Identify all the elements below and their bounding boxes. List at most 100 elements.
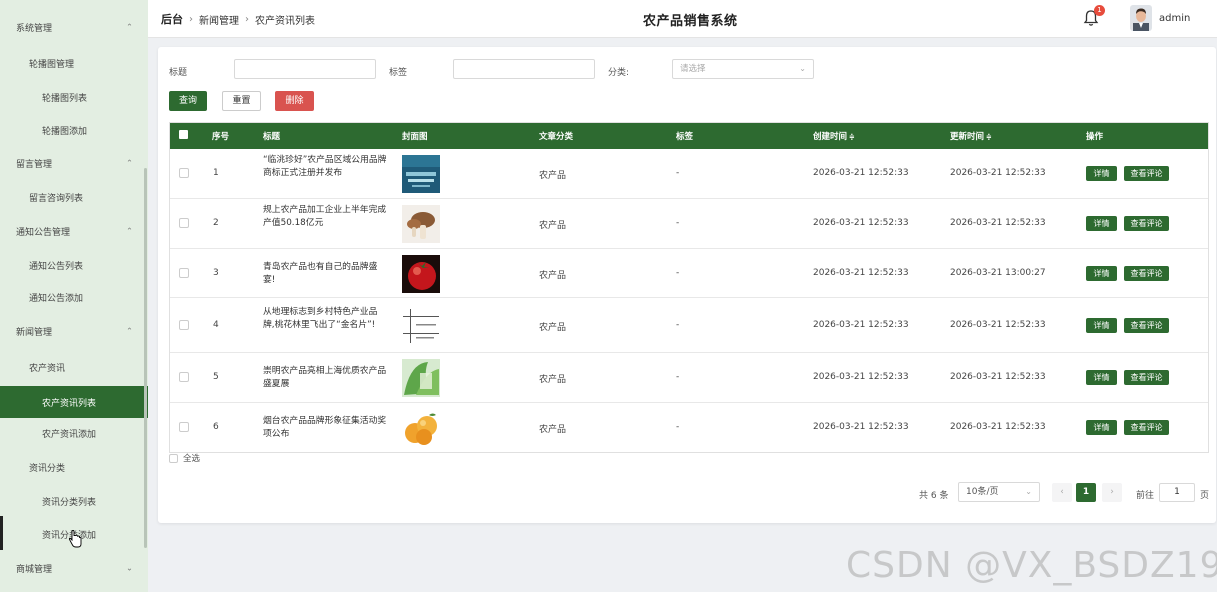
sidebar: 系统管理 ⌃ 轮播图管理 轮播图列表 轮播图添加 留言管理 ⌃ 留言咨询列表 通…: [0, 0, 148, 592]
view-comments-button[interactable]: 查看评论: [1124, 216, 1169, 231]
sidebar-active-marker: [0, 516, 3, 550]
row-checkbox[interactable]: [179, 422, 189, 432]
sidebar-scrollbar[interactable]: [144, 168, 147, 548]
col-header-created[interactable]: 创建时间 ≑: [813, 130, 855, 142]
detail-button[interactable]: 详情: [1086, 420, 1117, 435]
table-row: 6 烟台农产品品牌形象征集活动奖项公布 农产品 - 2026-03-21 12:…: [169, 403, 1209, 453]
row-cover-image[interactable]: [402, 155, 440, 193]
sidebar-item-carousel-add[interactable]: 轮播图添加: [0, 119, 148, 141]
category-filter-select[interactable]: 请选择 ⌄: [672, 59, 814, 79]
sidebar-item-agri-news[interactable]: 农产资讯: [0, 356, 148, 378]
view-comments-button[interactable]: 查看评论: [1124, 166, 1169, 181]
col-header-actions: 操作: [1086, 132, 1104, 142]
table-header: 序号 标题 封面图 文章分类 标签 创建时间 ≑ 更新时间 ≑ 操作: [169, 122, 1209, 149]
row-cover-image[interactable]: [402, 205, 440, 243]
header-checkbox[interactable]: [179, 130, 188, 139]
detail-button[interactable]: 详情: [1086, 370, 1117, 385]
sidebar-item-agri-news-add[interactable]: 农产资讯添加: [0, 422, 148, 444]
sidebar-item-notice-list[interactable]: 通知公告列表: [0, 254, 148, 276]
sidebar-item-news-category-list[interactable]: 资讯分类列表: [0, 490, 148, 512]
sidebar-item-news-category[interactable]: 资讯分类: [0, 456, 148, 478]
sidebar-item-agri-news-list[interactable]: 农产资讯列表: [0, 386, 148, 418]
row-updated: 2026-03-21 13:00:27: [950, 267, 1046, 278]
row-checkbox[interactable]: [179, 319, 189, 330]
row-no: 2: [213, 218, 219, 228]
col-header-updated[interactable]: 更新时间 ≑: [950, 130, 992, 142]
view-comments-button[interactable]: 查看评论: [1124, 317, 1169, 333]
breadcrumb-home[interactable]: 后台: [161, 11, 183, 27]
sidebar-group-notice[interactable]: 通知公告管理 ⌃: [0, 220, 148, 242]
avatar[interactable]: [1130, 5, 1152, 31]
content-card: 标题 标签 分类: 请选择 ⌄ 查询 重置 删除 序号 标题 封面图 文章分类 …: [158, 47, 1216, 523]
row-updated: 2026-03-21 12:52:33: [950, 372, 1046, 382]
chevron-up-icon: ⌃: [126, 226, 133, 236]
row-updated: 2026-03-21 12:52:33: [950, 319, 1046, 330]
row-no: 6: [213, 422, 219, 432]
title-filter-input[interactable]: [234, 59, 376, 79]
row-checkbox[interactable]: [179, 372, 189, 382]
sidebar-group-mall[interactable]: 商城管理 ⌄: [0, 557, 148, 579]
row-created: 2026-03-21 12:52:33: [813, 319, 909, 330]
table-row: 5 崇明农产品亮相上海优质农产品盛夏展 农产品 - 2026-03-21 12:…: [169, 353, 1209, 403]
row-created: 2026-03-21 12:52:33: [813, 267, 909, 278]
row-tag: -: [676, 422, 680, 432]
next-page-button[interactable]: ›: [1102, 483, 1122, 502]
row-category: 农产品: [539, 270, 567, 281]
reset-button[interactable]: 重置: [222, 91, 261, 111]
sidebar-item-message-list[interactable]: 留言咨询列表: [0, 186, 148, 208]
select-all-checkbox[interactable]: [169, 453, 178, 463]
delete-button[interactable]: 删除: [275, 91, 314, 111]
row-no: 5: [213, 372, 219, 382]
detail-button[interactable]: 详情: [1086, 216, 1117, 231]
goto-page-input[interactable]: 1: [1159, 483, 1195, 502]
row-title: 烟台农产品品牌形象征集活动奖项公布: [263, 416, 387, 439]
system-title: 农产品销售系统: [643, 14, 738, 29]
view-comments-button[interactable]: 查看评论: [1124, 265, 1169, 281]
page-number-1[interactable]: 1: [1076, 483, 1096, 502]
row-cover-image[interactable]: [402, 359, 440, 397]
notification-badge: 1: [1094, 5, 1105, 16]
tag-filter-input[interactable]: [453, 59, 595, 79]
sidebar-group-news[interactable]: 新闻管理 ⌃: [0, 320, 148, 342]
sidebar-item-carousel-manage[interactable]: 轮播图管理: [0, 52, 148, 74]
col-header-tag: 标签: [676, 132, 694, 142]
detail-button[interactable]: 详情: [1086, 265, 1117, 281]
sort-icon: ≑: [849, 133, 855, 141]
select-all[interactable]: 全选: [169, 452, 200, 464]
row-created: 2026-03-21 12:52:33: [813, 168, 909, 178]
prev-page-button[interactable]: ‹: [1052, 483, 1072, 502]
row-cover-image[interactable]: [402, 306, 440, 345]
row-checkbox[interactable]: [179, 168, 189, 178]
row-cover-image[interactable]: [402, 254, 440, 293]
row-tag: -: [676, 267, 680, 278]
row-tag: -: [676, 218, 680, 228]
sidebar-item-carousel-list[interactable]: 轮播图列表: [0, 86, 148, 108]
row-checkbox[interactable]: [179, 218, 189, 228]
news-table: 序号 标题 封面图 文章分类 标签 创建时间 ≑ 更新时间 ≑ 操作 1 “临洮珍好…: [169, 122, 1209, 453]
row-checkbox[interactable]: [179, 267, 189, 278]
breadcrumb: 后台 › 新闻管理 › 农产资讯列表: [161, 11, 315, 27]
sidebar-group-message[interactable]: 留言管理 ⌃: [0, 152, 148, 174]
detail-button[interactable]: 详情: [1086, 317, 1117, 333]
username-label[interactable]: admin: [1159, 13, 1190, 24]
page-size-select[interactable]: 10条/页 ⌄: [958, 482, 1040, 502]
col-header-cover: 封面图: [402, 132, 428, 142]
view-comments-button[interactable]: 查看评论: [1124, 370, 1169, 385]
row-title: 从地理标志到乡村特色产业品牌,桃花林里飞出了“金名片”!: [263, 306, 378, 330]
breadcrumb-news-manage[interactable]: 新闻管理: [199, 12, 239, 27]
detail-button[interactable]: 详情: [1086, 166, 1117, 181]
view-comments-button[interactable]: 查看评论: [1124, 420, 1169, 435]
chevron-down-icon: ⌄: [1025, 487, 1032, 496]
chevron-down-icon: ⌄: [126, 563, 133, 573]
row-no: 4: [213, 319, 219, 330]
row-category: 农产品: [539, 375, 567, 385]
sidebar-group-system[interactable]: 系统管理 ⌃: [0, 16, 148, 38]
chevron-right-icon: ›: [245, 13, 249, 25]
sidebar-item-notice-add[interactable]: 通知公告添加: [0, 286, 148, 308]
row-updated: 2026-03-21 12:52:33: [950, 218, 1046, 228]
row-updated: 2026-03-21 12:52:33: [950, 422, 1046, 432]
sort-icon: ≑: [986, 133, 992, 141]
query-button[interactable]: 查询: [169, 91, 207, 111]
goto-label: 前往: [1136, 491, 1155, 501]
row-cover-image[interactable]: [402, 409, 440, 447]
